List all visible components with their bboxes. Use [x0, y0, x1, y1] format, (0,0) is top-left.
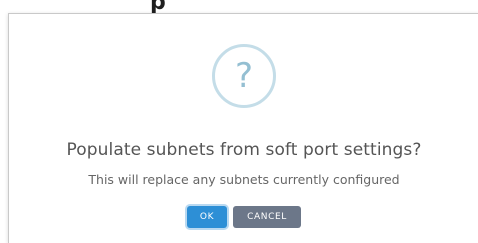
dialog-message: This will replace any subnets currently … — [88, 172, 400, 187]
question-icon: ? — [212, 44, 276, 108]
question-mark-icon: ? — [234, 56, 254, 96]
dialog-buttons: OK CANCEL — [9, 206, 478, 228]
confirmation-dialog: ? Populate subnets from soft port settin… — [8, 13, 478, 243]
cancel-button[interactable]: CANCEL — [233, 206, 301, 228]
dialog-title: Populate subnets from soft port settings… — [66, 140, 422, 160]
ok-button[interactable]: OK — [187, 206, 227, 228]
